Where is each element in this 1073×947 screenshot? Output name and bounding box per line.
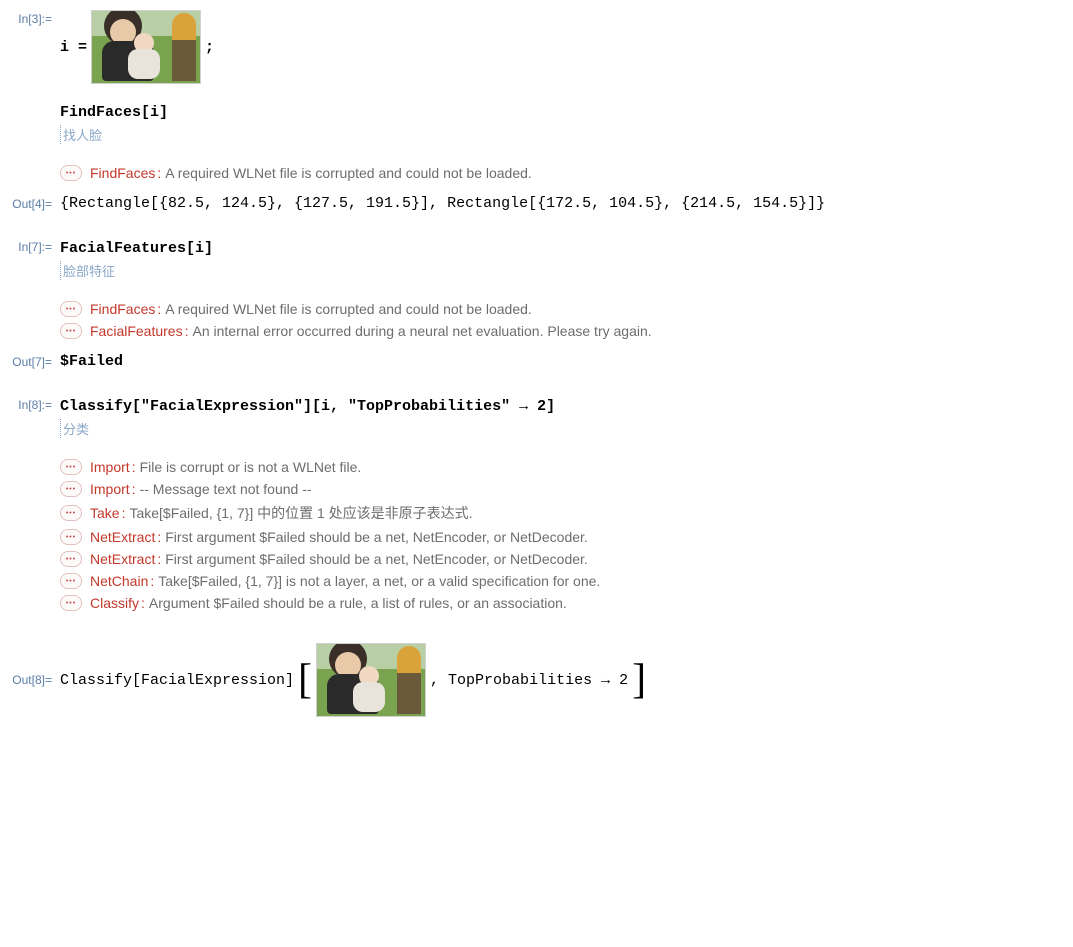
input-label-3: In[3]:= xyxy=(0,10,60,26)
right-bracket-icon: ] xyxy=(632,670,646,691)
message-text: File is corrupt or is not a WLNet file. xyxy=(140,459,362,475)
message-tag: FacialFeatures xyxy=(90,323,183,339)
message-text: A required WLNet file is corrupted and c… xyxy=(165,165,532,181)
message-opener-icon[interactable]: ••• xyxy=(60,505,82,521)
message-netextract-2: ••• NetExtract: First argument $Failed s… xyxy=(60,551,1073,567)
message-opener-icon[interactable]: ••• xyxy=(60,595,82,611)
input-code-facialfeatures[interactable]: FacialFeatures[i] xyxy=(60,238,1073,259)
message-take: ••• Take: Take[$Failed, {1, 7}] 中的位置 1 处… xyxy=(60,503,1073,523)
message-tag: Import xyxy=(90,459,130,475)
output-label-4: Out[4]= xyxy=(0,195,60,211)
message-opener-icon[interactable]: ••• xyxy=(60,573,82,589)
input-code-findfaces[interactable]: FindFaces[i] xyxy=(60,102,1073,123)
input-code-assign[interactable]: i = ; xyxy=(60,10,214,84)
output-8: Classify[FacialExpression] [ , TopProbab… xyxy=(60,643,646,717)
input-label-7: In[7]:= xyxy=(0,238,60,254)
annotation-findfaces: 找人脸 xyxy=(60,125,102,144)
message-netextract-1: ••• NetExtract: First argument $Failed s… xyxy=(60,529,1073,545)
message-findfaces-1: ••• FindFaces: A required WLNet file is … xyxy=(60,165,1073,181)
output-label-8: Out[8]= xyxy=(0,673,60,687)
message-import-2: ••• Import: -- Message text not found -- xyxy=(60,481,1073,497)
message-tag: NetExtract xyxy=(90,529,155,545)
out8-mid: , TopProbabilities → 2 xyxy=(430,672,628,689)
annotation-facialfeatures: 脸部特征 xyxy=(60,261,115,280)
message-netchain: ••• NetChain: Take[$Failed, {1, 7}] is n… xyxy=(60,573,1073,589)
message-tag: FindFaces xyxy=(90,301,155,317)
message-findfaces-2: ••• FindFaces: A required WLNet file is … xyxy=(60,301,1073,317)
message-tag: Classify xyxy=(90,595,139,611)
message-facialfeatures: ••• FacialFeatures: An internal error oc… xyxy=(60,323,1073,339)
annotation-classify: 分类 xyxy=(60,419,89,438)
message-opener-icon[interactable]: ••• xyxy=(60,323,82,339)
message-tag: NetChain xyxy=(90,573,148,589)
image-thumbnail-out[interactable] xyxy=(316,643,426,717)
message-opener-icon[interactable]: ••• xyxy=(60,551,82,567)
message-text: An internal error occurred during a neur… xyxy=(192,323,651,339)
message-tag: Take xyxy=(90,505,120,521)
message-tag: Import xyxy=(90,481,130,497)
message-text: First argument $Failed should be a net, … xyxy=(165,551,588,567)
message-text: First argument $Failed should be a net, … xyxy=(165,529,588,545)
message-opener-icon[interactable]: ••• xyxy=(60,301,82,317)
message-text: Argument $Failed should be a rule, a lis… xyxy=(149,595,567,611)
message-tag: NetExtract xyxy=(90,551,155,567)
message-import-1: ••• Import: File is corrupt or is not a … xyxy=(60,459,1073,475)
message-text: -- Message text not found -- xyxy=(140,481,312,497)
code-suffix: ; xyxy=(205,37,214,58)
output-7: $Failed xyxy=(60,353,1073,370)
message-opener-icon[interactable]: ••• xyxy=(60,459,82,475)
message-text: Take[$Failed, {1, 7}] is not a layer, a … xyxy=(158,573,600,589)
output-label-7: Out[7]= xyxy=(0,353,60,369)
out8-prefix: Classify[FacialExpression] xyxy=(60,672,294,689)
code-prefix: i = xyxy=(60,37,87,58)
message-tag: FindFaces xyxy=(90,165,155,181)
image-thumbnail[interactable] xyxy=(91,10,201,84)
input-code-classify[interactable]: Classify["FacialExpression"][i, "TopProb… xyxy=(60,396,1073,417)
left-bracket-icon: [ xyxy=(298,670,312,691)
message-opener-icon[interactable]: ••• xyxy=(60,481,82,497)
input-label-8: In[8]:= xyxy=(0,396,60,412)
message-text: Take[$Failed, {1, 7}] 中的位置 1 处应该是非原子表达式. xyxy=(129,503,472,523)
message-opener-icon[interactable]: ••• xyxy=(60,165,82,181)
message-text: A required WLNet file is corrupted and c… xyxy=(165,301,532,317)
message-classify: ••• Classify: Argument $Failed should be… xyxy=(60,595,1073,611)
message-opener-icon[interactable]: ••• xyxy=(60,529,82,545)
output-4: {Rectangle[{82.5, 124.5}, {127.5, 191.5}… xyxy=(60,195,1073,212)
